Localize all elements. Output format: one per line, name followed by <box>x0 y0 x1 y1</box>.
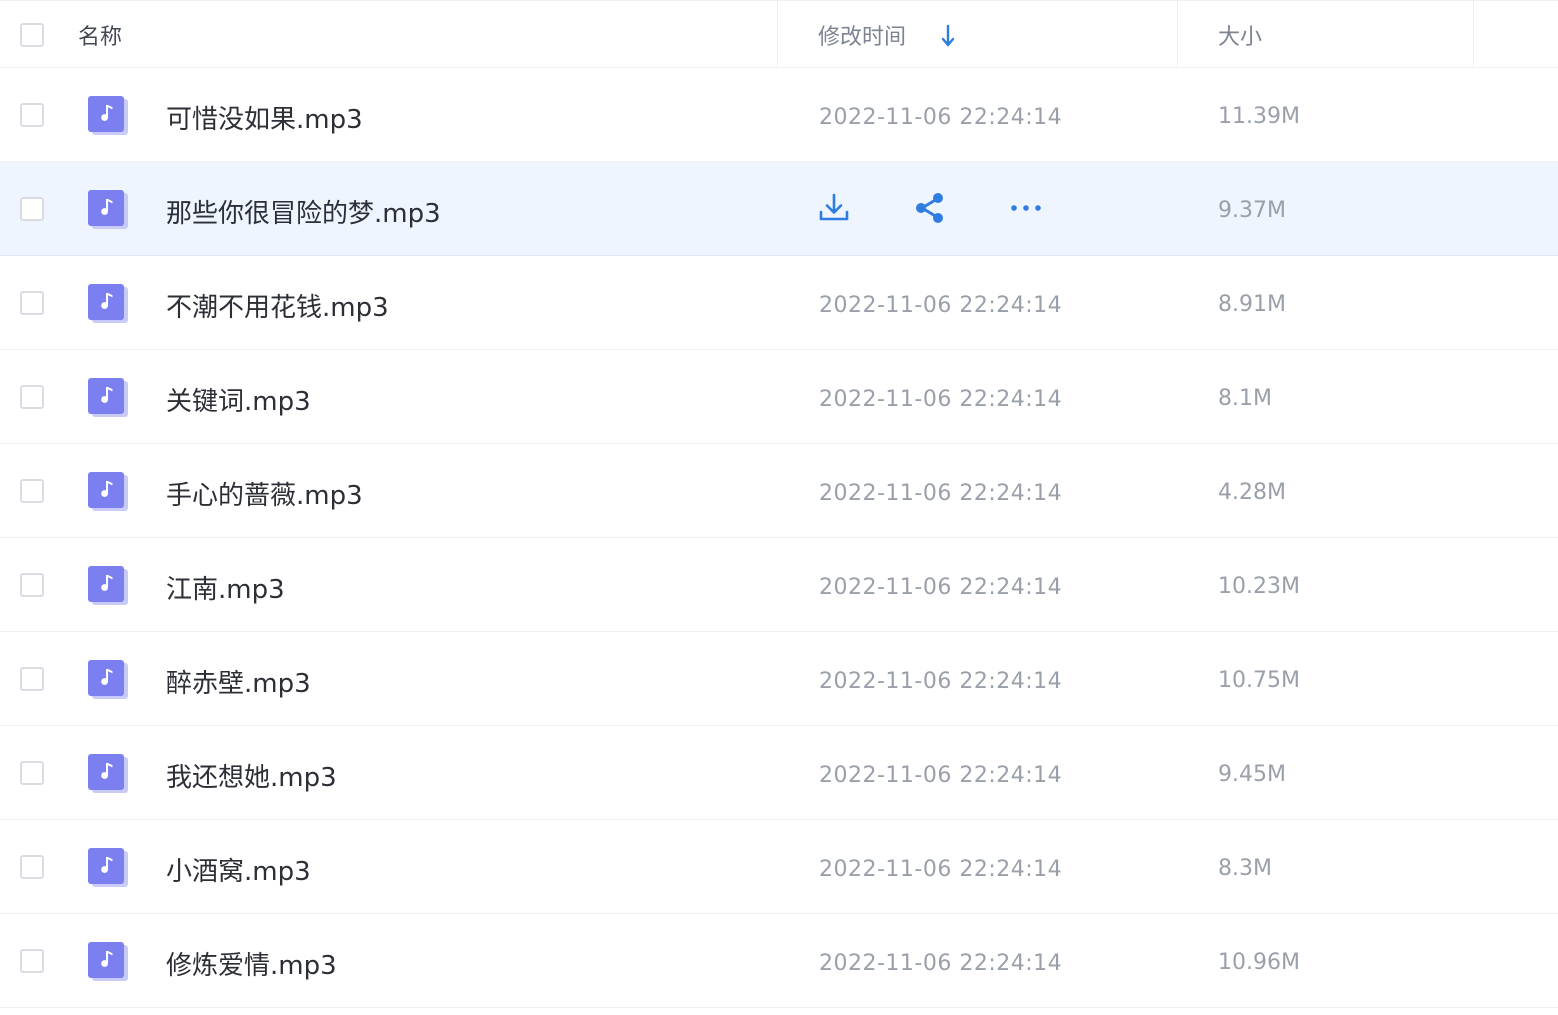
file-name[interactable]: 我还想她.mp3 <box>166 757 337 794</box>
file-name[interactable]: 修炼爱情.mp3 <box>166 945 337 982</box>
row-checkbox[interactable] <box>20 385 44 409</box>
file-size: 11.39M <box>1218 104 1300 129</box>
more-icon[interactable] <box>1006 188 1046 228</box>
file-row[interactable]: 关键词.mp3 2022-11-06 22:24:14 8.1M <box>0 350 1558 444</box>
file-modified-time: 2022-11-06 22:24:14 <box>819 293 1063 318</box>
music-file-icon <box>88 96 128 135</box>
row-checkbox[interactable] <box>20 855 44 879</box>
file-name[interactable]: 那些你很冒险的梦.mp3 <box>166 193 441 230</box>
music-file-icon <box>88 754 128 793</box>
column-divider <box>777 1 778 68</box>
file-row[interactable]: 手心的蔷薇.mp3 2022-11-06 22:24:14 4.28M <box>0 444 1558 538</box>
music-file-icon <box>88 284 128 323</box>
file-modified-time: 2022-11-06 22:24:14 <box>819 857 1063 882</box>
file-size: 8.91M <box>1218 292 1286 317</box>
file-name[interactable]: 手心的蔷薇.mp3 <box>166 475 363 512</box>
row-checkbox[interactable] <box>20 667 44 691</box>
file-modified-time: 2022-11-06 22:24:14 <box>819 951 1063 976</box>
row-checkbox[interactable] <box>20 949 44 973</box>
file-name[interactable]: 小酒窝.mp3 <box>166 851 311 888</box>
file-modified-time: 2022-11-06 22:24:14 <box>819 387 1063 412</box>
row-checkbox[interactable] <box>20 573 44 597</box>
music-file-icon <box>88 660 128 699</box>
column-divider <box>1473 1 1474 68</box>
file-size: 10.23M <box>1218 574 1300 599</box>
file-name[interactable]: 可惜没如果.mp3 <box>166 99 363 136</box>
file-row[interactable]: 醉赤壁.mp3 2022-11-06 22:24:14 10.75M <box>0 632 1558 726</box>
size-column-header[interactable]: 大小 <box>1218 19 1262 51</box>
music-file-icon <box>88 472 128 511</box>
file-modified-time: 2022-11-06 22:24:14 <box>819 481 1063 506</box>
file-size: 8.3M <box>1218 856 1272 881</box>
select-all-checkbox[interactable] <box>20 23 44 47</box>
file-row[interactable]: 小酒窝.mp3 2022-11-06 22:24:14 8.3M <box>0 820 1558 914</box>
file-name[interactable]: 不潮不用花钱.mp3 <box>166 287 389 324</box>
column-divider <box>1177 1 1178 68</box>
music-file-icon <box>88 378 128 417</box>
file-modified-time: 2022-11-06 22:24:14 <box>819 105 1063 130</box>
file-size: 10.75M <box>1218 668 1300 693</box>
table-header: 名称 修改时间 大小 <box>0 0 1558 68</box>
name-column-header[interactable]: 名称 <box>78 19 122 51</box>
file-row[interactable]: 江南.mp3 2022-11-06 22:24:14 10.23M <box>0 538 1558 632</box>
row-checkbox[interactable] <box>20 197 44 221</box>
file-size: 10.96M <box>1218 950 1300 975</box>
file-size: 9.37M <box>1218 198 1286 223</box>
file-modified-time: 2022-11-06 22:24:14 <box>819 669 1063 694</box>
file-row[interactable]: 那些你很冒险的梦.mp3 9.37M <box>0 162 1558 256</box>
row-checkbox[interactable] <box>20 291 44 315</box>
file-size: 8.1M <box>1218 386 1272 411</box>
row-checkbox[interactable] <box>20 103 44 127</box>
file-name[interactable]: 江南.mp3 <box>166 569 285 606</box>
file-name[interactable]: 醉赤壁.mp3 <box>166 663 311 700</box>
file-name[interactable]: 关键词.mp3 <box>166 381 311 418</box>
file-size: 9.45M <box>1218 762 1286 787</box>
file-table: 名称 修改时间 大小 可惜没如果.mp3 2022-11-06 22:24:14… <box>0 0 1558 1008</box>
file-modified-time: 2022-11-06 22:24:14 <box>819 763 1063 788</box>
share-icon[interactable] <box>910 188 950 228</box>
file-list: 可惜没如果.mp3 2022-11-06 22:24:14 11.39M 那些你… <box>0 68 1558 1008</box>
file-modified-time: 2022-11-06 22:24:14 <box>819 575 1063 600</box>
file-size: 4.28M <box>1218 480 1286 505</box>
arrow-down-icon[interactable] <box>938 23 958 49</box>
file-row[interactable]: 我还想她.mp3 2022-11-06 22:24:14 9.45M <box>0 726 1558 820</box>
modified-column-header[interactable]: 修改时间 <box>818 19 906 51</box>
file-row[interactable]: 可惜没如果.mp3 2022-11-06 22:24:14 11.39M <box>0 68 1558 162</box>
file-row[interactable]: 不潮不用花钱.mp3 2022-11-06 22:24:14 8.91M <box>0 256 1558 350</box>
row-checkbox[interactable] <box>20 761 44 785</box>
music-file-icon <box>88 942 128 981</box>
music-file-icon <box>88 566 128 605</box>
row-checkbox[interactable] <box>20 479 44 503</box>
file-row[interactable]: 修炼爱情.mp3 2022-11-06 22:24:14 10.96M <box>0 914 1558 1008</box>
music-file-icon <box>88 190 128 229</box>
download-icon[interactable] <box>814 188 854 228</box>
music-file-icon <box>88 848 128 887</box>
